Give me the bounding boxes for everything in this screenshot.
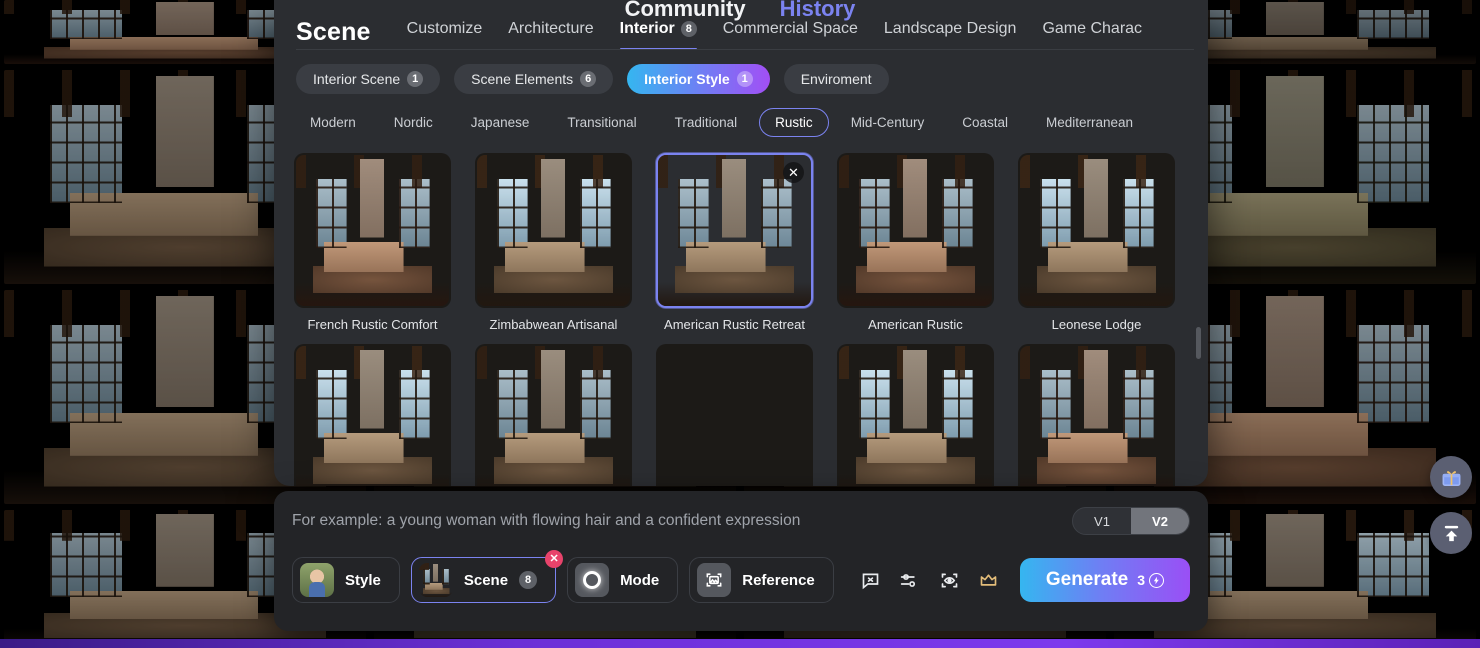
style-chip-japanese[interactable]: Japanese [455,108,546,137]
style-chip-coastal[interactable]: Coastal [946,108,1024,137]
style-card[interactable] [656,344,813,486]
scene-panel: Scene Customize Architecture Interior 8 Comm… [274,0,1208,486]
category-pill-row: Interior Scene 1 Scene Elements 6 Interior S… [274,50,1208,100]
tool-chip-list: Style Scene 8 ✕ Mode Reference [292,550,834,603]
version-option-v2[interactable]: V2 [1131,508,1189,534]
prompt-composer: For example: a young woman with flowing … [274,491,1208,631]
category-pill-interior-style[interactable]: Interior Style 1 [627,64,770,94]
composer-toolbar: Style Scene 8 ✕ Mode Reference Generate … [292,550,1191,603]
tool-chip-label: Reference [742,571,815,589]
settings-sliders-icon[interactable] [895,565,924,595]
tab-label: Landscape Design [883,20,1017,37]
style-card-thumbnail [294,153,451,308]
style-card[interactable] [475,344,632,486]
style-card-caption: Leonese Lodge [1051,317,1142,332]
version-option-v1[interactable]: V1 [1073,508,1131,534]
style-card[interactable]: ✕ American Rustic Retreat [656,153,813,332]
background-top-nav: Community History [0,0,1480,22]
style-avatar-thumbnail [300,563,334,597]
tabbar-divider [296,49,1194,50]
tool-chip-scene[interactable]: Scene 8 ✕ [410,550,564,603]
tool-chip-label: Style [345,571,381,589]
card-grid: French Rustic Comfort Zimbabwean Artisana… [294,147,1188,486]
prompt-input[interactable]: For example: a young woman with flowing … [292,507,800,530]
card-remove-button[interactable]: ✕ [783,162,804,183]
style-card-caption: American Rustic Retreat [664,317,805,332]
tab-label: Architecture [508,20,594,37]
crown-icon[interactable] [974,565,1003,595]
tool-chip-count-badge: 8 [519,571,538,589]
style-chip-traditional[interactable]: Traditional [659,108,754,137]
style-card-thumbnail: ✕ [656,153,813,308]
style-card-thumbnail [294,344,451,486]
style-chip-nordic[interactable]: Nordic [378,108,449,137]
style-card[interactable] [837,344,994,486]
credit-coin-icon [1149,572,1165,588]
negative-prompt-icon[interactable] [856,565,885,595]
grid-scrollbar-thumb[interactable] [1196,327,1201,359]
style-card[interactable]: Leonese Lodge [1018,153,1175,332]
category-pill-interior-scene[interactable]: Interior Scene 1 [296,64,441,94]
scroll-to-top-icon[interactable] [1430,512,1472,554]
style-card-thumbnail [837,344,994,486]
eye-scan-icon[interactable] [935,565,964,595]
gift-icon[interactable] [1430,456,1472,498]
category-count-badge: 1 [407,71,424,87]
prompt-line: For example: a young woman with flowing … [292,507,1190,535]
tool-chip-remove-button[interactable]: ✕ [545,550,564,568]
generate-cost-value: 3 [1137,572,1146,588]
style-chip-mediterranean[interactable]: Mediterranean [1030,108,1149,137]
mode-ring-icon [575,563,610,597]
tool-chip-style[interactable]: Style [292,557,400,603]
app-root: Community History Scene Customize Architec… [0,0,1480,648]
reference-image-icon [697,563,732,597]
style-card-thumbnail [656,344,813,486]
style-card[interactable]: American Rustic [837,153,994,332]
style-card-thumbnail [475,153,632,308]
generate-button[interactable]: Generate 3 [1019,558,1191,602]
style-card-thumbnail [1018,344,1175,486]
top-nav-item[interactable]: Community [625,0,746,22]
style-chip-row: Modern Nordic Japanese Transitional Traditio… [274,100,1208,147]
generate-cost: 3 [1137,572,1165,588]
style-card[interactable]: French Rustic Comfort [294,153,451,332]
tool-chip-mode[interactable]: Mode [567,557,679,603]
generate-label: Generate [1045,569,1129,590]
style-card[interactable]: Zimbabwean Artisanal [475,153,632,332]
bottom-progress-bar [0,639,1480,648]
category-pill-scene-elements[interactable]: Scene Elements 6 [454,64,614,94]
category-pill-label: Interior Scene [313,71,401,87]
tool-chip-label: Mode [620,571,660,589]
category-pill-label: Scene Elements [471,71,574,87]
style-card-caption: American Rustic [868,317,963,332]
category-count-badge: 6 [580,71,597,87]
style-chip-mid-century[interactable]: Mid-Century [835,108,941,137]
style-card[interactable] [294,344,451,486]
style-card-caption: French Rustic Comfort [307,317,438,332]
style-card-caption: Zimbabwean Artisanal [489,317,618,332]
tab-count-badge: 8 [680,21,697,37]
style-card-thumbnail [475,344,632,486]
tab-label: Interior [619,20,675,37]
category-pill-label: Interior Style [644,71,730,87]
style-chip-modern[interactable]: Modern [294,108,372,137]
style-chip-rustic[interactable]: Rustic [759,108,829,137]
style-card-thumbnail [837,153,994,308]
tab-label: Customize [406,20,483,37]
tool-chip-reference[interactable]: Reference [689,557,834,603]
tab-label: Game Charac [1042,20,1143,37]
tab-label: Commercial Space [722,20,858,37]
style-card[interactable] [1018,344,1175,486]
style-card-thumbnail [1018,153,1175,308]
category-pill-enviroment[interactable]: Enviroment [783,64,889,94]
category-count-badge: 1 [736,71,753,87]
top-nav-item[interactable]: History [780,0,856,22]
scene-thumbnail [418,563,453,597]
card-grid-wrapper: French Rustic Comfort Zimbabwean Artisana… [274,147,1208,486]
category-pill-label: Enviroment [800,71,872,87]
style-chip-transitional[interactable]: Transitional [551,108,652,137]
version-toggle: V1 V2 [1072,507,1190,535]
tool-chip-label: Scene [463,571,509,589]
